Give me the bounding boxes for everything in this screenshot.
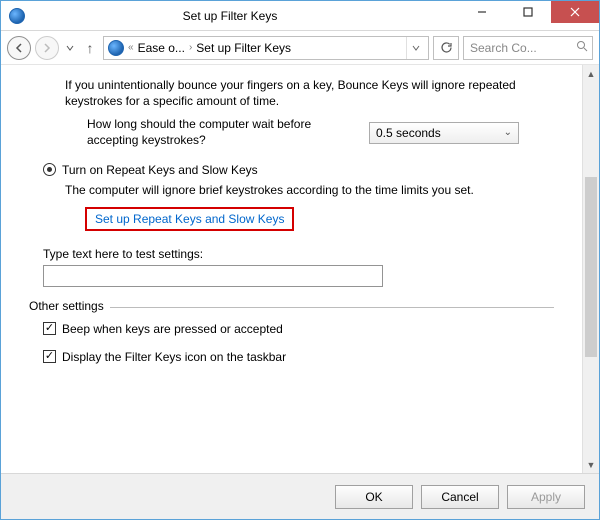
repeat-keys-radio-label: Turn on Repeat Keys and Slow Keys xyxy=(62,163,258,177)
beep-checkbox-label: Beep when keys are pressed or accepted xyxy=(62,322,283,336)
repeat-keys-description: The computer will ignore brief keystroke… xyxy=(65,183,554,197)
search-box[interactable] xyxy=(463,36,593,60)
scroll-track[interactable] xyxy=(583,82,599,456)
scroll-down-button[interactable]: ▼ xyxy=(583,456,599,473)
beep-checkbox[interactable] xyxy=(43,322,56,335)
window-controls xyxy=(459,1,599,30)
window-title: Set up Filter Keys xyxy=(1,9,459,23)
minimize-icon xyxy=(477,7,487,17)
address-dropdown[interactable] xyxy=(406,37,424,59)
repeat-keys-radio[interactable] xyxy=(43,163,56,176)
other-settings-legend: Other settings xyxy=(29,299,110,313)
taskbar-icon-checkbox[interactable] xyxy=(43,350,56,363)
scroll-thumb[interactable] xyxy=(585,177,597,357)
forward-button[interactable] xyxy=(35,36,59,60)
minimize-button[interactable] xyxy=(459,1,505,23)
search-input[interactable] xyxy=(468,40,556,56)
apply-button[interactable]: Apply xyxy=(507,485,585,509)
beep-checkbox-row[interactable]: Beep when keys are pressed or accepted xyxy=(43,322,554,336)
chevron-down-icon: ⌄ xyxy=(504,127,512,138)
chevron-down-icon xyxy=(412,44,420,52)
ok-button[interactable]: OK xyxy=(335,485,413,509)
taskbar-icon-checkbox-row[interactable]: Display the Filter Keys icon on the task… xyxy=(43,350,554,364)
close-icon xyxy=(570,7,580,17)
maximize-icon xyxy=(523,7,533,17)
navbar: ↑ « Ease o... › Set up Filter Keys xyxy=(1,31,599,65)
wait-duration-label: How long should the computer wait before… xyxy=(87,117,357,148)
forward-icon xyxy=(41,42,53,54)
breadcrumb-current[interactable]: Set up Filter Keys xyxy=(196,41,291,55)
chevron-down-icon xyxy=(66,44,74,52)
maximize-button[interactable] xyxy=(505,1,551,23)
up-button[interactable]: ↑ xyxy=(81,40,99,56)
wait-duration-select[interactable]: 0.5 seconds ⌄ xyxy=(369,122,519,144)
back-icon xyxy=(13,42,25,54)
address-bar[interactable]: « Ease o... › Set up Filter Keys xyxy=(103,36,429,60)
test-input-label: Type text here to test settings: xyxy=(43,247,554,261)
vertical-scrollbar[interactable]: ▲ ▼ xyxy=(582,65,599,473)
wait-duration-row: How long should the computer wait before… xyxy=(87,117,554,148)
taskbar-icon-checkbox-label: Display the Filter Keys icon on the task… xyxy=(62,350,286,364)
close-button[interactable] xyxy=(551,1,599,23)
bounce-keys-description: If you unintentionally bounce your finge… xyxy=(65,77,554,109)
back-button[interactable] xyxy=(7,36,31,60)
wait-duration-value: 0.5 seconds xyxy=(376,126,441,140)
search-icon xyxy=(576,40,588,55)
content-area: If you unintentionally bounce your finge… xyxy=(1,65,599,473)
refresh-button[interactable] xyxy=(433,36,459,60)
setup-repeat-slow-keys-link[interactable]: Set up Repeat Keys and Slow Keys xyxy=(85,207,294,231)
test-input[interactable] xyxy=(43,265,383,287)
filter-keys-window: Set up Filter Keys ↑ « Ease o... xyxy=(0,0,600,520)
breadcrumb-chevron-icon: › xyxy=(187,42,194,53)
other-settings-group: Other settings Beep when keys are presse… xyxy=(29,307,554,364)
settings-pane: If you unintentionally bounce your finge… xyxy=(1,65,582,473)
dialog-footer: OK Cancel Apply xyxy=(1,473,599,519)
titlebar: Set up Filter Keys xyxy=(1,1,599,31)
scroll-up-button[interactable]: ▲ xyxy=(583,65,599,82)
control-panel-icon xyxy=(108,40,124,56)
history-dropdown[interactable] xyxy=(63,44,77,52)
refresh-icon xyxy=(440,41,453,54)
repeat-keys-radio-row[interactable]: Turn on Repeat Keys and Slow Keys xyxy=(43,163,554,177)
breadcrumb-parent[interactable]: Ease o... xyxy=(138,41,185,55)
cancel-button[interactable]: Cancel xyxy=(421,485,499,509)
breadcrumb-chevron-icon: « xyxy=(126,42,136,53)
